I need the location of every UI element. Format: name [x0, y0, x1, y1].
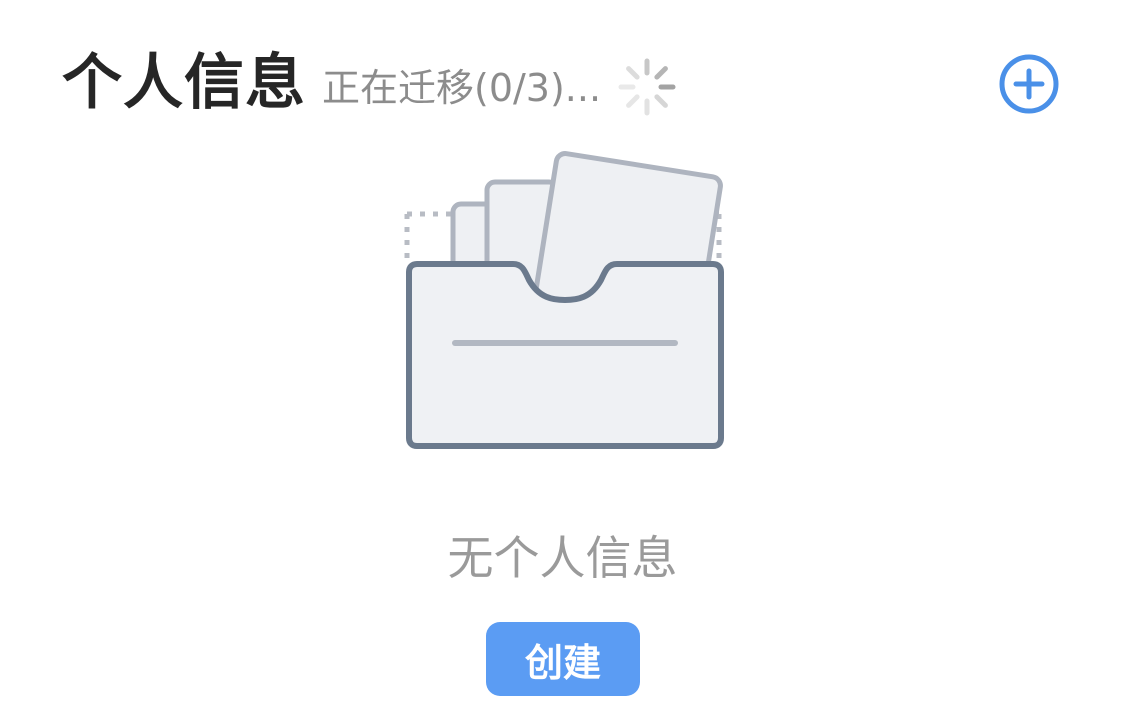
header: 个人信息 正在迁移(0/3)...: [62, 38, 679, 128]
migration-status: 正在迁移(0/3)...: [322, 66, 602, 110]
create-button[interactable]: 创建: [486, 622, 640, 696]
page-title: 个人信息: [62, 48, 306, 118]
add-icon[interactable]: [997, 52, 1061, 116]
loading-spinner-icon: [618, 58, 676, 116]
personal-info-page: 个人信息 正在迁移(0/3)... 无个人信息 创建: [0, 0, 1125, 726]
empty-state-message: 无个人信息: [447, 531, 678, 585]
empty-folder-illustration: [404, 151, 724, 449]
